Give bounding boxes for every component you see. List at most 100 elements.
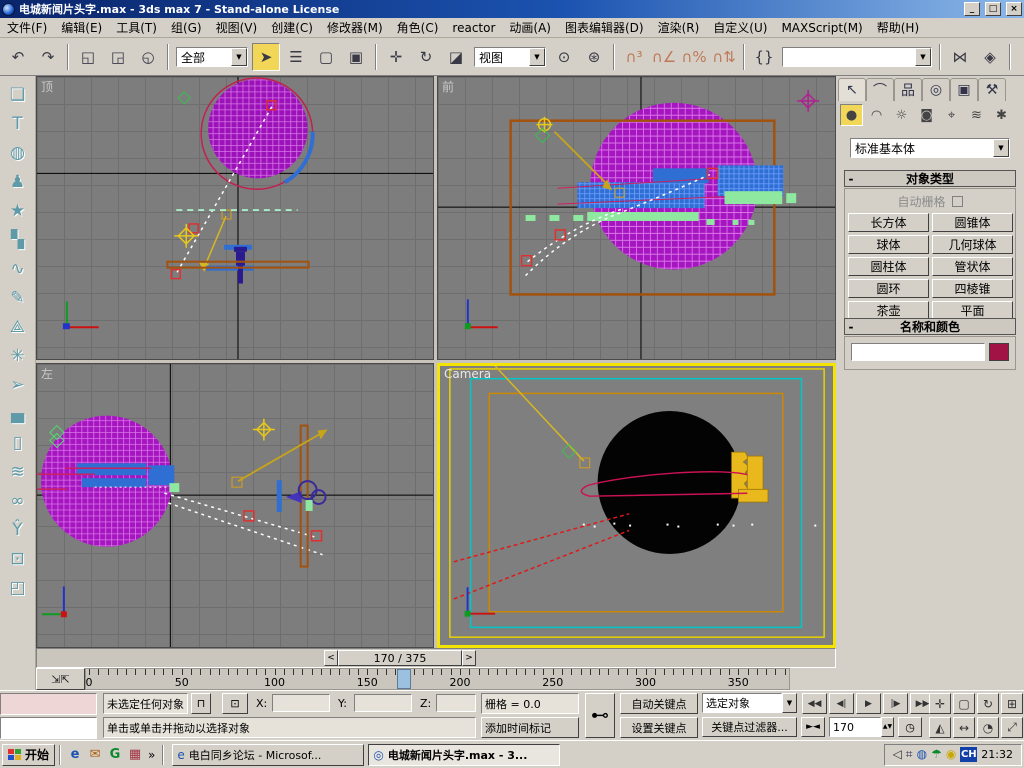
primitive-category-dropdown[interactable]: 标准基本体 ▼ — [850, 138, 1010, 158]
menu-item-3[interactable]: 组(G) — [164, 17, 209, 38]
previous-frame-button[interactable]: ◀| — [829, 693, 854, 714]
quick-ie-icon[interactable]: e — [65, 745, 85, 765]
object-button-几何球体[interactable]: 几何球体 — [932, 235, 1013, 254]
viewport-top[interactable]: 顶 — [36, 76, 434, 360]
lt-fan-icon[interactable]: ⟁ — [4, 312, 32, 341]
tray-umbrella-icon[interactable]: ☂ — [931, 747, 942, 762]
bind-to-space-warp-icon[interactable]: ◵ — [134, 43, 162, 71]
snap-toggle-icon[interactable]: ∩³ — [620, 43, 648, 71]
lt-door-icon[interactable]: ▯ — [4, 428, 32, 457]
key-filters-button[interactable]: 关键点过滤器... — [702, 717, 797, 737]
key-mode-toggle-button[interactable]: ►◄ — [801, 717, 825, 737]
lt-knot-icon[interactable]: ∞ — [4, 486, 32, 515]
align-icon[interactable]: ◈ — [976, 43, 1004, 71]
menu-item-5[interactable]: 创建(C) — [264, 17, 320, 38]
arc-rotate-icon[interactable]: ◔ — [977, 717, 999, 738]
play-button[interactable]: ▶ — [856, 693, 881, 714]
reference-coordinate-dropdown[interactable]: 视图▼ — [474, 47, 546, 67]
subtab-lights[interactable]: ☼ — [890, 104, 913, 126]
subtab-helpers[interactable]: ⌖ — [940, 104, 963, 126]
pan-icon[interactable]: ↔ — [953, 717, 975, 738]
go-to-start-button[interactable]: ◀◀ — [802, 693, 827, 714]
viewport-front-label[interactable]: 前 — [442, 78, 454, 95]
percent-snap-icon[interactable]: ∩% — [680, 43, 708, 71]
frame-spinner[interactable]: ▲▼ — [881, 717, 894, 737]
subtab-cameras[interactable]: ◙ — [915, 104, 938, 126]
spinner-snap-icon[interactable]: ∩⇅ — [710, 43, 738, 71]
subtab-systems[interactable]: ✱ — [990, 104, 1013, 126]
select-and-rotate-icon[interactable]: ↻ — [412, 43, 440, 71]
maximize-button[interactable]: □ — [985, 2, 1001, 16]
tab-create[interactable]: ↖ — [838, 78, 866, 101]
lt-weathervane-icon[interactable]: ➢ — [4, 370, 32, 399]
min-max-toggle-icon[interactable]: ⤢ — [1001, 717, 1023, 738]
object-button-圆柱体[interactable]: 圆柱体 — [848, 257, 929, 276]
viewport-top-label[interactable]: 顶 — [41, 78, 53, 95]
menu-item-12[interactable]: 自定义(U) — [706, 17, 774, 38]
lt-ball-icon[interactable]: ◍ — [4, 138, 32, 167]
tray-network-icon[interactable]: ⌗ — [906, 747, 913, 762]
object-button-球体[interactable]: 球体 — [848, 235, 929, 254]
select-by-name-icon[interactable]: ☰ — [282, 43, 310, 71]
next-frame-button[interactable]: |▶ — [883, 693, 908, 714]
set-key-mode-button[interactable]: 设置关键点 — [620, 717, 698, 738]
object-color-swatch[interactable] — [989, 343, 1009, 361]
quick-launch-more[interactable]: » — [145, 748, 158, 762]
set-key-big-button[interactable]: ⊷ — [585, 693, 615, 738]
select-and-scale-icon[interactable]: ◪ — [442, 43, 470, 71]
task-max-button[interactable]: ◎电城新闻片头字.max - 3... — [368, 744, 560, 766]
maxscript-listener-pink[interactable] — [0, 693, 97, 715]
auto-key-button[interactable]: 自动关键点 — [620, 693, 698, 714]
menu-item-2[interactable]: 工具(T) — [109, 17, 164, 38]
viewport-camera[interactable]: Camera — [437, 363, 836, 648]
lt-shirt-icon[interactable]: T — [4, 109, 32, 138]
object-button-圆环[interactable]: 圆环 — [848, 279, 929, 298]
menu-item-8[interactable]: reactor — [445, 19, 502, 37]
time-slider-handle[interactable]: 170 / 375 — [338, 650, 462, 666]
tab-hierarchy[interactable]: 品 — [894, 78, 922, 101]
menu-item-11[interactable]: 渲染(R) — [651, 17, 707, 38]
tab-modify[interactable]: ⌒ — [866, 78, 894, 101]
y-coordinate-field[interactable] — [354, 694, 412, 712]
use-pivot-center-icon[interactable]: ⊙ — [550, 43, 578, 71]
object-button-圆锥体[interactable]: 圆锥体 — [932, 213, 1013, 232]
z-coordinate-field[interactable] — [436, 694, 476, 712]
menu-item-6[interactable]: 修改器(M) — [320, 17, 390, 38]
open-mini-curve-editor-button[interactable]: ⇲⇱ — [36, 668, 85, 690]
lt-figure-icon[interactable]: Ŷ — [4, 515, 32, 544]
lt-dice-icon[interactable]: ⊡ — [4, 544, 32, 573]
tray-globe-icon[interactable]: ◍ — [917, 747, 927, 762]
select-and-link-icon[interactable]: ◱ — [74, 43, 102, 71]
menu-item-14[interactable]: 帮助(H) — [870, 17, 926, 38]
viewport-left[interactable]: 左 — [36, 363, 434, 648]
object-type-rollout-header[interactable]: - 对象类型 — [844, 170, 1016, 187]
maxscript-listener-white[interactable] — [0, 717, 97, 739]
lt-linked-boxes-icon[interactable]: ◰ — [4, 573, 32, 602]
select-object-icon[interactable]: ➤ — [252, 43, 280, 71]
quick-mail-icon[interactable]: ✉ — [85, 745, 105, 765]
object-button-长方体[interactable]: 长方体 — [848, 213, 929, 232]
selection-lock-toggle[interactable]: ⊓ — [191, 693, 211, 714]
object-name-input[interactable] — [851, 343, 985, 361]
lt-car-icon[interactable]: ▄ — [4, 399, 32, 428]
name-color-rollout-header[interactable]: - 名称和颜色 — [844, 318, 1016, 335]
field-of-view-icon[interactable]: ◭ — [929, 717, 951, 738]
lt-spring-icon[interactable]: ∿ — [4, 254, 32, 283]
zoom-extents-icon[interactable]: ↻ — [977, 693, 999, 714]
tab-display[interactable]: ▣ — [950, 78, 978, 101]
lt-knife-icon[interactable]: ✎ — [4, 283, 32, 312]
track-bar[interactable]: 050100150200250300350 — [85, 668, 790, 690]
menu-item-1[interactable]: 编辑(E) — [54, 17, 109, 38]
object-button-管状体[interactable]: 管状体 — [932, 257, 1013, 276]
key-mode-dropdown-arrow[interactable]: ▼ — [782, 693, 797, 713]
lt-checker-icon[interactable]: ▚ — [4, 225, 32, 254]
tray-volume-icon[interactable]: ◁ — [893, 747, 902, 762]
object-button-四棱锥[interactable]: 四棱锥 — [932, 279, 1013, 298]
language-indicator[interactable]: CH — [960, 747, 977, 762]
tab-utilities[interactable]: ⚒ — [978, 78, 1006, 101]
time-slider[interactable]: < 170 / 375 > — [36, 648, 836, 668]
angle-snap-icon[interactable]: ∩∠ — [650, 43, 678, 71]
viewport-left-label[interactable]: 左 — [41, 365, 53, 382]
zoom-icon[interactable]: ✛ — [929, 693, 951, 714]
time-slider-next-button[interactable]: > — [462, 650, 476, 666]
